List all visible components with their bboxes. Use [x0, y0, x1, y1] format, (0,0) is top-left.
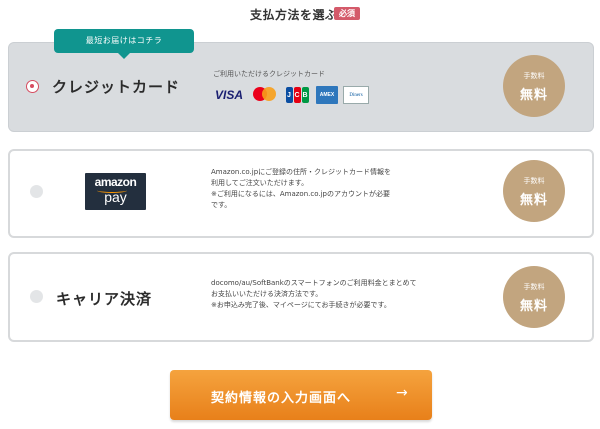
fee-label: 手数料: [523, 177, 545, 185]
radio-amazon-pay[interactable]: [30, 185, 43, 198]
fee-badge: 手数料 無料: [503, 160, 565, 222]
amex-logo: AMEX: [316, 86, 338, 104]
credit-card-label: クレジットカード: [52, 78, 181, 96]
desc-line: docomo/au/SoftBankのスマートフォンのご利用料金とまとめて: [211, 279, 417, 287]
mastercard-logo: [252, 86, 278, 104]
section-header: 支払方法を選ぶ 必須: [0, 6, 600, 22]
fee-value: 無料: [519, 88, 548, 103]
required-badge: 必須: [334, 7, 360, 20]
amazon-logo-text: amazon: [94, 175, 137, 189]
desc-line: お支払いいただける決済方法です。: [211, 290, 323, 298]
fee-label: 手数料: [523, 72, 545, 80]
jcb-logo: JCB: [285, 86, 309, 104]
desc-line: です。: [211, 201, 232, 209]
desc-line: ※お申込み完了後、マイページにてお手続きが必要です。: [211, 301, 391, 309]
diners-club-logo: Diners: [343, 86, 369, 104]
fee-value: 無料: [519, 299, 548, 314]
arrow-right-icon: →: [396, 385, 408, 401]
visa-logo: VISA: [214, 88, 243, 102]
desc-line: 利用してご注文いただけます。: [211, 179, 309, 187]
fastest-delivery-tag: 最短お届けはコチラ: [54, 29, 194, 59]
fee-value: 無料: [519, 193, 548, 208]
fee-badge: 手数料 無料: [503, 55, 565, 117]
section-title: 支払方法を選ぶ: [250, 8, 338, 22]
desc-line: ※ご利用になるには、Amazon.co.jpのアカウントが必要: [211, 190, 391, 198]
amazon-pay-logo-text: pay: [104, 189, 127, 205]
proceed-to-contract-info-button[interactable]: 契約情報の入力画面へ →: [170, 370, 432, 420]
radio-credit-card[interactable]: [26, 80, 39, 93]
amazon-pay-logo: amazon pay: [85, 173, 146, 210]
cta-label: 契約情報の入力画面へ: [210, 391, 351, 406]
accepted-cards-caption: ご利用いただけるクレジットカード: [213, 70, 325, 78]
carrier-billing-label: キャリア決済: [56, 290, 153, 308]
amazon-pay-description: Amazon.co.jpにご登録の住所・クレジットカード情報を 利用してご注文い…: [211, 167, 481, 211]
radio-carrier-billing[interactable]: [30, 290, 43, 303]
desc-line: Amazon.co.jpにご登録の住所・クレジットカード情報を: [211, 168, 391, 176]
fee-label: 手数料: [523, 283, 545, 291]
fee-badge: 手数料 無料: [503, 266, 565, 328]
carrier-billing-description: docomo/au/SoftBankのスマートフォンのご利用料金とまとめて お支…: [211, 278, 491, 311]
